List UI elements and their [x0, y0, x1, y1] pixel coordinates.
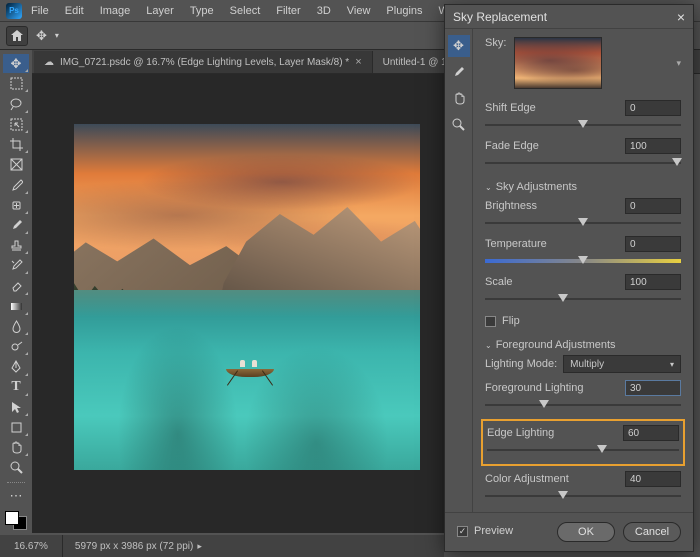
dialog-title: Sky Replacement	[453, 10, 547, 24]
menu-3d[interactable]: 3D	[310, 3, 338, 19]
close-icon[interactable]: ×	[355, 56, 361, 68]
color-adjustment-slider[interactable]	[485, 490, 681, 502]
zoom-tool[interactable]	[3, 458, 29, 477]
preview-checkbox[interactable]: ✓Preview	[457, 525, 513, 537]
menu-plugins[interactable]: Plugins	[379, 3, 429, 19]
canvas-area[interactable]	[32, 74, 444, 533]
menu-layer[interactable]: Layer	[139, 3, 181, 19]
temperature-input[interactable]: 0	[625, 236, 681, 252]
gradient-tool[interactable]	[3, 297, 29, 316]
shift-edge-slider[interactable]	[485, 119, 681, 131]
brightness-label: Brightness	[485, 200, 537, 212]
lighting-mode-dropdown[interactable]: Multiply▾	[563, 355, 681, 373]
hand-tool[interactable]	[3, 438, 29, 457]
edge-lighting-label: Edge Lighting	[487, 427, 554, 439]
color-adjustment-input[interactable]: 40	[625, 471, 681, 487]
stamp-tool[interactable]	[3, 236, 29, 255]
type-tool[interactable]: T	[3, 378, 29, 397]
shift-edge-input[interactable]: 0	[625, 100, 681, 116]
shape-tool[interactable]	[3, 418, 29, 437]
edge-lighting-highlight: Edge Lighting 60	[481, 419, 685, 466]
healing-tool[interactable]	[3, 196, 29, 215]
edge-lighting-input[interactable]: 60	[623, 425, 679, 441]
color-adjustment-label: Color Adjustment	[485, 473, 569, 485]
path-select-tool[interactable]	[3, 398, 29, 417]
move-tool-icon: ✥	[36, 28, 47, 44]
tab-label: IMG_0721.psdc @ 16.7% (Edge Lighting Lev…	[60, 57, 349, 68]
foreground-adjustments-section[interactable]: ⌄Foreground Adjustments	[485, 339, 681, 351]
edit-toolbar[interactable]: ⋯	[3, 487, 29, 506]
sky-move-tool[interactable]: ✥	[448, 35, 470, 57]
pen-tool[interactable]	[3, 357, 29, 376]
document-canvas	[74, 124, 420, 470]
hand-tool-icon[interactable]	[448, 87, 470, 109]
menu-file[interactable]: File	[24, 3, 56, 19]
menu-edit[interactable]: Edit	[58, 3, 91, 19]
sky-preset-thumb[interactable]	[514, 37, 602, 89]
menu-type[interactable]: Type	[183, 3, 221, 19]
zoom-tool-icon[interactable]	[448, 113, 470, 135]
lighting-mode-label: Lighting Mode:	[485, 358, 557, 370]
scale-input[interactable]: 100	[625, 274, 681, 290]
zoom-level[interactable]: 16.67%	[0, 535, 63, 557]
sky-adjustments-section[interactable]: ⌄Sky Adjustments	[485, 181, 681, 193]
tools-panel: ✥ T ⋯	[0, 50, 32, 530]
history-brush-tool[interactable]	[3, 256, 29, 275]
shift-edge-label: Shift Edge	[485, 102, 536, 114]
scale-slider[interactable]	[485, 293, 681, 305]
menu-filter[interactable]: Filter	[269, 3, 307, 19]
document-tab-1[interactable]: ☁ IMG_0721.psdc @ 16.7% (Edge Lighting L…	[34, 51, 373, 73]
flip-checkbox[interactable]: Flip	[485, 315, 681, 327]
sky-brush-tool[interactable]	[448, 61, 470, 83]
frame-tool[interactable]	[3, 155, 29, 174]
brush-tool[interactable]	[3, 216, 29, 235]
foreground-lighting-input[interactable]: 30	[625, 380, 681, 396]
brightness-input[interactable]: 0	[625, 198, 681, 214]
app-logo: Ps	[6, 3, 22, 19]
edge-lighting-slider[interactable]	[487, 444, 679, 456]
scale-label: Scale	[485, 276, 513, 288]
sky-replacement-dialog: Sky Replacement × ✥ Sky: ▾ Shift Edge 0 F…	[444, 4, 694, 552]
ok-button[interactable]: OK	[557, 522, 615, 542]
dodge-tool[interactable]	[3, 337, 29, 356]
dialog-tool-strip: ✥	[445, 29, 473, 512]
fade-edge-slider[interactable]	[485, 157, 681, 169]
lasso-tool[interactable]	[3, 94, 29, 113]
status-bar: 16.67% 5979 px x 3986 px (72 ppi)▸	[0, 535, 444, 557]
fade-edge-input[interactable]: 100	[625, 138, 681, 154]
color-swatches[interactable]	[5, 511, 27, 530]
temperature-slider[interactable]	[485, 255, 681, 267]
eraser-tool[interactable]	[3, 276, 29, 295]
close-icon[interactable]: ×	[677, 9, 685, 25]
foreground-lighting-label: Foreground Lighting	[485, 382, 583, 394]
foreground-lighting-slider[interactable]	[485, 399, 681, 411]
cloud-icon: ☁	[44, 57, 54, 68]
crop-tool[interactable]	[3, 135, 29, 154]
fade-edge-label: Fade Edge	[485, 140, 539, 152]
sky-label: Sky:	[485, 37, 506, 49]
home-button[interactable]	[6, 26, 28, 46]
menu-select[interactable]: Select	[223, 3, 268, 19]
cancel-button[interactable]: Cancel	[623, 522, 681, 542]
dialog-button-row: ✓Preview OK Cancel	[445, 512, 693, 551]
blur-tool[interactable]	[3, 317, 29, 336]
brightness-slider[interactable]	[485, 217, 681, 229]
eyedropper-tool[interactable]	[3, 175, 29, 194]
menu-image[interactable]: Image	[93, 3, 138, 19]
menu-view[interactable]: View	[340, 3, 378, 19]
document-dimensions[interactable]: 5979 px x 3986 px (72 ppi)▸	[63, 541, 214, 552]
move-tool[interactable]: ✥	[3, 54, 29, 73]
marquee-tool[interactable]	[3, 74, 29, 93]
dialog-titlebar[interactable]: Sky Replacement ×	[445, 5, 693, 29]
chevron-down-icon[interactable]: ▾	[676, 58, 681, 69]
chevron-down-icon[interactable]: ▾	[55, 31, 59, 40]
temperature-label: Temperature	[485, 238, 547, 250]
object-select-tool[interactable]	[3, 115, 29, 134]
